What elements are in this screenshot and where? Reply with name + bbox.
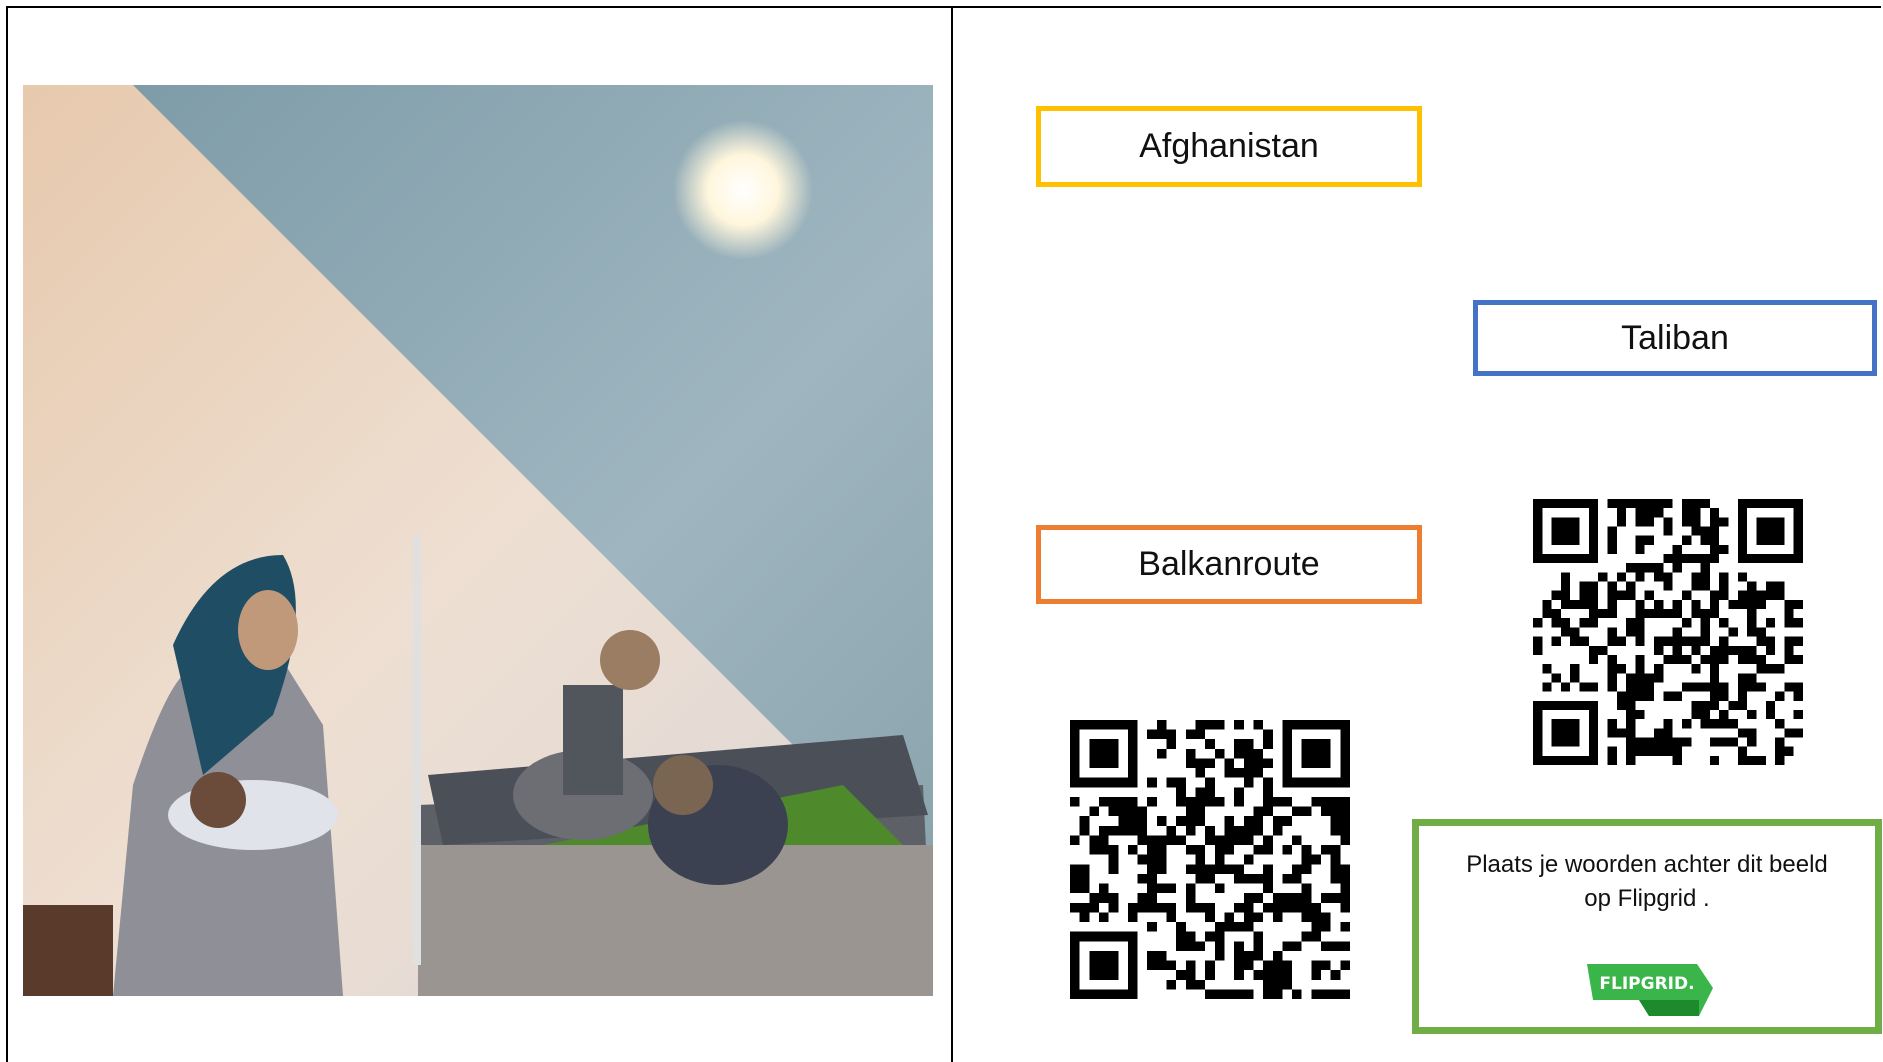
flipgrid-logo-icon[interactable]: FLIPGRID. xyxy=(1579,956,1719,1022)
label-balkanroute: Balkanroute xyxy=(1036,525,1422,604)
qr-code-bottom[interactable] xyxy=(1070,720,1350,999)
flipgrid-instruction-box: Plaats je woorden achter dit beeld op Fl… xyxy=(1412,819,1882,1034)
label-taliban: Taliban xyxy=(1473,300,1877,376)
label-afghanistan: Afghanistan xyxy=(1036,106,1422,187)
flipgrid-instruction-text: Plaats je woorden achter dit beeld op Fl… xyxy=(1466,851,1828,912)
column-divider xyxy=(951,6,953,1062)
qr-code-top[interactable] xyxy=(1533,499,1803,765)
flipgrid-logo-text: FLIPGRID. xyxy=(1599,974,1694,994)
refugee-family-photo xyxy=(23,85,933,996)
